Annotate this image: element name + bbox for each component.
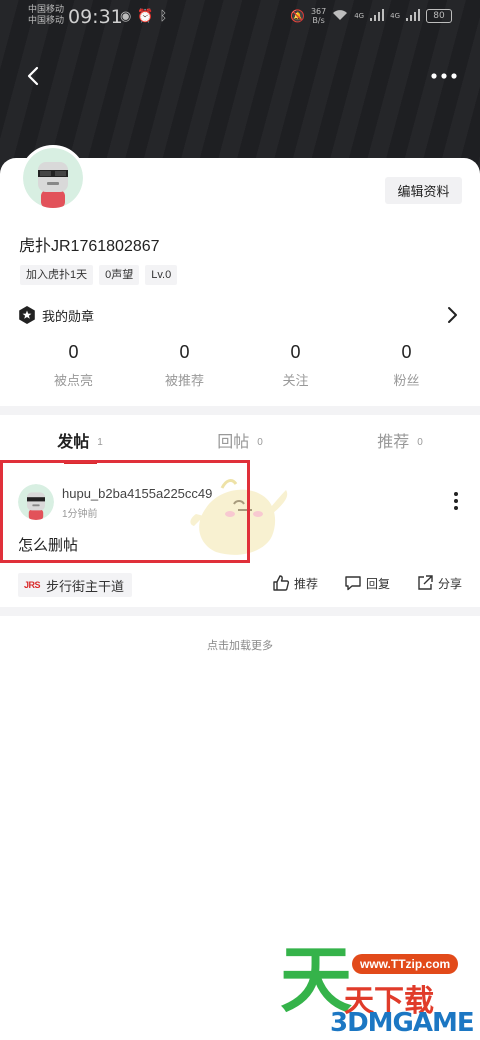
tab-replies[interactable]: 回帖 0 <box>160 428 320 464</box>
tab-count: 1 <box>97 437 103 448</box>
wifi-icon <box>332 9 348 24</box>
edit-profile-button[interactable]: 编辑资料 <box>385 177 462 204</box>
tag-join-days: 加入虎扑1天 <box>20 265 94 285</box>
post-footer: JRS 步行街主干道 推荐 回复 分享 <box>0 570 480 600</box>
stat-value: 0 <box>290 342 301 362</box>
stat-label: 关注 <box>282 373 309 388</box>
stat-followers[interactable]: 0 粉丝 <box>351 342 462 389</box>
post-author-name[interactable]: hupu_b2ba4155a225cc49 <box>62 486 212 501</box>
alarm-icon: ⏰ <box>137 9 160 24</box>
tab-recommendations[interactable]: 推荐 0 <box>320 428 480 464</box>
post-author-avatar[interactable] <box>18 484 54 520</box>
star-badge-icon <box>19 306 35 324</box>
section-divider <box>0 406 480 415</box>
stat-value: 0 <box>401 342 412 362</box>
signal-icon <box>406 8 420 24</box>
section-divider <box>0 607 480 616</box>
mute-icon: 🔕 <box>289 9 305 23</box>
chevron-left-icon <box>27 66 39 86</box>
status-bar: 中国移动 中国移动 09:31 ◉⏰ᛒ 🔕 367 B/s 4G 4G 80 <box>0 0 480 36</box>
more-options-button[interactable] <box>424 62 464 90</box>
signal-icon <box>370 8 385 24</box>
tab-count: 0 <box>417 437 423 448</box>
stat-following[interactable]: 0 关注 <box>240 342 351 389</box>
stat-recommended[interactable]: 0 被推荐 <box>129 342 240 389</box>
bluetooth-icon: ᛒ <box>159 9 174 24</box>
profile-stats: 0 被点亮 0 被推荐 0 关注 0 粉丝 <box>18 342 462 389</box>
active-tab-indicator <box>64 461 97 464</box>
share-icon <box>418 575 433 590</box>
more-horizontal-icon <box>431 73 457 79</box>
recommend-label: 推荐 <box>294 576 319 591</box>
profile-tags: 加入虎扑1天 0声望 Lv.0 <box>20 265 178 285</box>
tag-reputation: 0声望 <box>99 265 140 285</box>
post-title[interactable]: 怎么删帖 <box>18 534 78 555</box>
stat-value: 0 <box>68 342 79 362</box>
recommend-button[interactable]: 推荐 <box>272 574 318 592</box>
carrier-labels: 中国移动 中国移动 <box>28 5 65 26</box>
stat-label: 被推荐 <box>164 373 204 388</box>
load-more-button[interactable]: 点击加载更多 <box>0 637 480 653</box>
site-watermark: 天 www.TTzip.com 天下载 3DMGAME <box>280 940 480 1038</box>
reply-label: 回复 <box>366 576 391 591</box>
back-button[interactable] <box>20 62 48 90</box>
status-icons-right: 🔕 367 B/s 4G 4G 80 <box>290 7 452 25</box>
watermark-brand: 3DMGAME <box>330 1008 475 1038</box>
chevron-right-icon <box>448 307 457 323</box>
my-badges-row[interactable]: 我的勋章 <box>18 303 462 327</box>
tab-posts[interactable]: 发帖 1 <box>0 428 160 464</box>
forum-name: 步行街主干道 <box>46 578 125 594</box>
reply-button[interactable]: 回复 <box>344 574 390 592</box>
badges-label: 我的勋章 <box>42 308 95 324</box>
watermark-url: www.TTzip.com <box>352 954 459 974</box>
tab-label: 发帖 <box>57 434 90 451</box>
status-icons-left: ◉⏰ᛒ <box>120 9 173 24</box>
tag-level: Lv.0 <box>145 265 178 285</box>
user-avatar[interactable] <box>20 145 86 211</box>
username: 虎扑JR1761802867 <box>19 238 160 255</box>
post-more-button[interactable] <box>450 490 462 512</box>
avatar-image <box>23 148 83 208</box>
content-tabs: 发帖 1 回帖 0 推荐 0 <box>0 428 480 464</box>
network-speed: 367 B/s <box>310 7 327 25</box>
tab-count: 0 <box>257 437 263 448</box>
stat-label: 被点亮 <box>53 373 93 388</box>
forum-tag-button[interactable]: JRS 步行街主干道 <box>18 573 133 597</box>
avatar-image <box>18 484 54 520</box>
signal-label-1: 4G <box>354 12 365 20</box>
share-button[interactable]: 分享 <box>416 574 462 592</box>
stat-likes-received[interactable]: 0 被点亮 <box>18 342 129 389</box>
stat-label: 粉丝 <box>393 373 420 388</box>
battery-icon: 80 <box>426 9 452 23</box>
eye-icon: ◉ <box>120 9 138 24</box>
thumb-up-icon <box>273 575 290 591</box>
share-label: 分享 <box>438 576 463 591</box>
comment-icon <box>345 576 361 591</box>
signal-label-2: 4G <box>390 12 400 20</box>
status-time: 09:31 <box>68 6 123 28</box>
tab-label: 回帖 <box>217 434 250 451</box>
tab-label: 推荐 <box>377 434 410 451</box>
jrs-logo-icon: JRS <box>24 580 41 590</box>
stat-value: 0 <box>179 342 190 362</box>
more-vertical-icon <box>454 492 458 510</box>
post-timestamp: 1分钟前 <box>62 509 98 520</box>
